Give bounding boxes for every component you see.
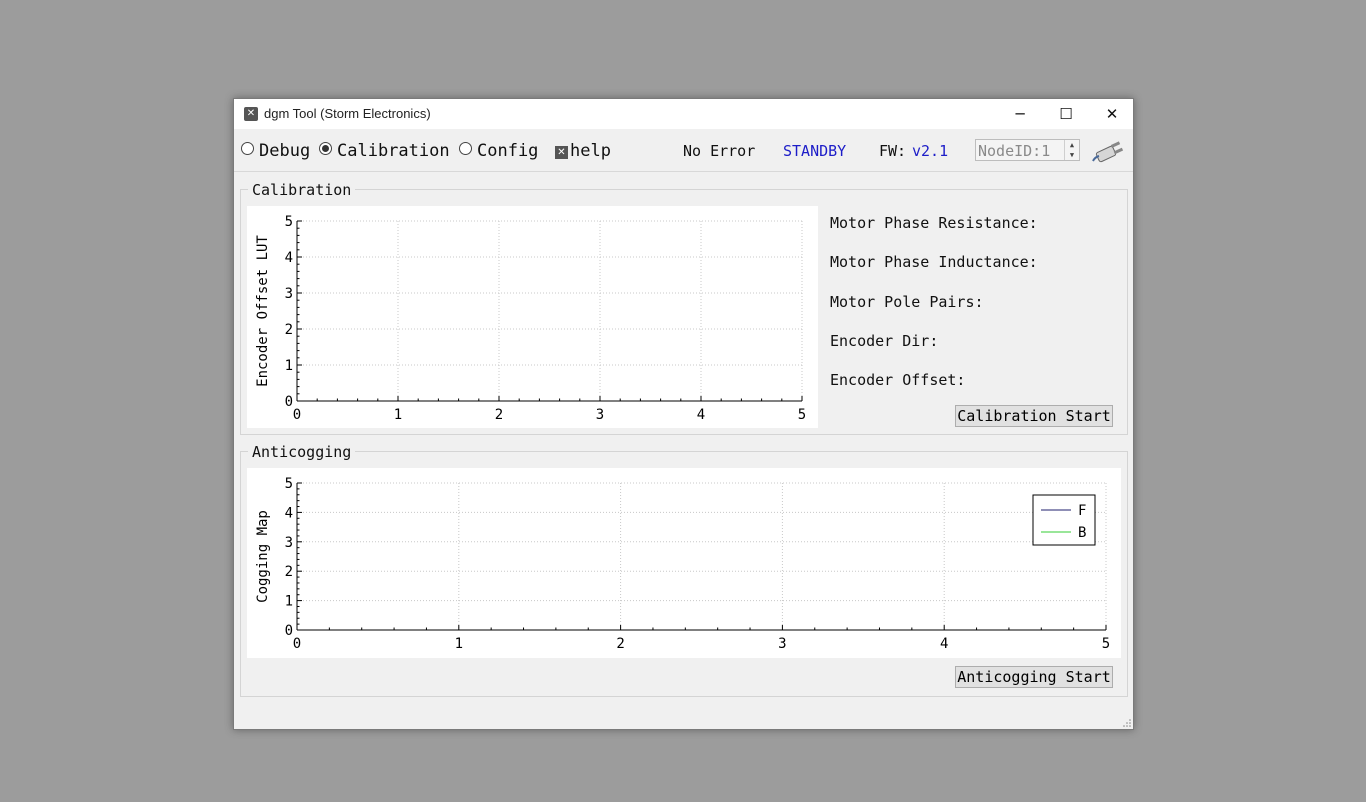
y-tick-label: 2: [285, 322, 293, 338]
y-tick-label: 4: [285, 505, 293, 521]
anticogging-group-title: Anticogging: [248, 443, 356, 461]
minimize-button[interactable]: ─: [997, 99, 1043, 129]
legend-label: B: [1078, 525, 1086, 541]
motor-phase-inductance-label: Motor Phase Inductance:: [830, 253, 1038, 271]
tool-icon: ✕: [244, 107, 258, 121]
y-tick-label: 5: [285, 214, 293, 230]
x-tick-label: 4: [697, 407, 705, 423]
mode-label: Calibration: [337, 141, 450, 161]
spin-arrows[interactable]: ▲ ▼: [1064, 140, 1079, 160]
calibration-start-button[interactable]: Calibration Start: [955, 405, 1113, 427]
encoder-offset-chart: 0 1 2 3 4 5 0 1 2 3 4 5 Encoder Offset LUT: [255, 214, 806, 423]
encoder-offset-label: Encoder Offset:: [830, 371, 966, 389]
node-id-spinbox[interactable]: NodeID:1 ▲ ▼: [975, 139, 1080, 161]
title-bar[interactable]: ✕ dgm Tool (Storm Electronics) ─ ☐ ✕: [234, 99, 1133, 129]
x-tick-label: 3: [778, 636, 786, 652]
x-tick-label: 4: [940, 636, 948, 652]
x-tick-label: 5: [798, 407, 806, 423]
x-tick-label: 2: [495, 407, 503, 423]
anticogging-start-button[interactable]: Anticogging Start: [955, 666, 1113, 688]
x-tick-label: 5: [1102, 636, 1110, 652]
calibration-group-title: Calibration: [248, 181, 356, 199]
node-id-value: NodeID:1: [978, 142, 1051, 160]
chart-legend: FB: [1032, 494, 1096, 546]
x-tick-label: 0: [293, 636, 301, 652]
mode-label: Debug: [259, 141, 311, 161]
calibration-plot[interactable]: 0 1 2 3 4 5 0 1 2 3 4 5 Encoder Offset LUT: [247, 206, 818, 428]
fw-version: v2.1: [912, 142, 949, 160]
cogging-map-chart: 0 1 2 3 4 5 0 1 2 3 4 5 Cogging Map FB: [255, 476, 1110, 652]
motor-pole-pairs-label: Motor Pole Pairs:: [830, 293, 984, 311]
close-button[interactable]: ✕: [1089, 99, 1135, 129]
y-tick-label: 3: [285, 535, 293, 551]
mode-radio-debug[interactable]: Debug: [241, 141, 310, 161]
x-tick-label: 1: [455, 636, 463, 652]
y-tick-label: 1: [285, 594, 293, 610]
y-tick-label: 0: [285, 623, 293, 639]
app-window: ✕ dgm Tool (Storm Electronics) ─ ☐ ✕ Deb…: [233, 98, 1134, 730]
maximize-button[interactable]: ☐: [1043, 99, 1089, 129]
checkbox-checked-icon: ✕: [555, 146, 568, 159]
error-status: No Error: [683, 142, 756, 160]
help-checkbox[interactable]: ✕ help: [555, 141, 611, 161]
fw-label: FW:: [879, 142, 907, 160]
resize-grip-icon[interactable]: [1123, 719, 1131, 727]
radio-unchecked-icon: [241, 142, 254, 155]
y-tick-label: 5: [285, 476, 293, 492]
y-tick-label: 1: [285, 358, 293, 374]
y-axis-label: Encoder Offset LUT: [255, 235, 271, 387]
mode-radio-calibration[interactable]: Calibration: [319, 141, 450, 161]
radio-unchecked-icon: [459, 142, 472, 155]
help-label: help: [570, 141, 611, 161]
x-tick-label: 0: [293, 407, 301, 423]
x-tick-label: 3: [596, 407, 604, 423]
mode-radio-config[interactable]: Config: [459, 141, 538, 161]
motor-phase-resistance-label: Motor Phase Resistance:: [830, 214, 1038, 232]
mode-label: Config: [477, 141, 539, 161]
state-status: STANDBY: [783, 142, 847, 160]
radio-checked-icon: [319, 142, 332, 155]
y-tick-label: 0: [285, 394, 293, 410]
y-tick-label: 4: [285, 250, 293, 266]
y-tick-label: 3: [285, 286, 293, 302]
y-tick-label: 2: [285, 564, 293, 580]
spin-down-icon[interactable]: ▼: [1065, 150, 1079, 160]
y-axis-label: Cogging Map: [255, 510, 271, 603]
x-tick-label: 1: [394, 407, 402, 423]
x-tick-label: 2: [616, 636, 624, 652]
anticogging-plot[interactable]: 0 1 2 3 4 5 0 1 2 3 4 5 Cogging Map F B: [247, 468, 1121, 658]
encoder-dir-label: Encoder Dir:: [830, 332, 939, 350]
plug-icon[interactable]: [1091, 139, 1127, 165]
spin-up-icon[interactable]: ▲: [1065, 140, 1079, 150]
window-title: dgm Tool (Storm Electronics): [264, 106, 431, 121]
legend-label: F: [1078, 503, 1086, 519]
